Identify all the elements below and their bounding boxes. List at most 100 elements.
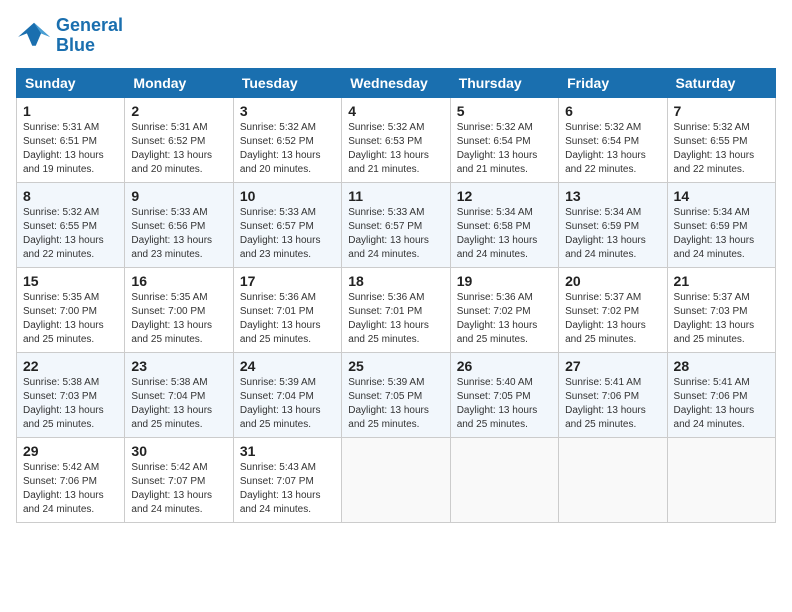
day-number: 4 [348, 103, 443, 119]
calendar-cell: 1 Sunrise: 5:31 AM Sunset: 6:51 PM Daylig… [17, 97, 125, 182]
day-info: Sunrise: 5:32 AM Sunset: 6:53 PM Dayligh… [348, 121, 443, 177]
calendar-week-row: 29Sunrise: 5:42 AM Sunset: 7:06 PM Dayli… [17, 437, 776, 522]
day-number: 31 [240, 443, 335, 459]
day-number: 26 [457, 358, 552, 374]
calendar-cell: 21 Sunrise: 5:37 AM Sunset: 7:03 PM Dayli… [667, 267, 775, 352]
weekday-header: Thursday [450, 68, 558, 97]
day-info: Sunrise: 5:33 AM Sunset: 6:56 PM Dayligh… [131, 206, 226, 262]
day-number: 14 [674, 188, 769, 204]
calendar-cell: 6Sunrise: 5:32 AM Sunset: 6:54 PM Daylig… [559, 97, 667, 182]
day-info: Sunrise: 5:32 AM Sunset: 6:54 PM Dayligh… [457, 121, 552, 177]
day-number: 2 [131, 103, 226, 119]
weekday-header: Monday [125, 68, 233, 97]
calendar-week-row: 1 Sunrise: 5:31 AM Sunset: 6:51 PM Daylig… [17, 97, 776, 182]
day-info: Sunrise: 5:32 AM Sunset: 6:54 PM Dayligh… [565, 121, 660, 177]
calendar-cell: 13 Sunrise: 5:34 AM Sunset: 6:59 PM Dayli… [559, 182, 667, 267]
calendar-cell: 23 Sunrise: 5:38 AM Sunset: 7:04 PM Dayli… [125, 352, 233, 437]
day-info: Sunrise: 5:42 AM Sunset: 7:06 PM Dayligh… [23, 461, 118, 517]
weekday-header: Saturday [667, 68, 775, 97]
day-number: 21 [674, 273, 769, 289]
day-number: 20 [565, 273, 660, 289]
day-number: 1 [23, 103, 118, 119]
calendar-cell: 31 Sunrise: 5:43 AM Sunset: 7:07 PM Dayli… [233, 437, 341, 522]
day-number: 23 [131, 358, 226, 374]
day-number: 15 [23, 273, 118, 289]
day-info: Sunrise: 5:32 AM Sunset: 6:55 PM Dayligh… [674, 121, 769, 177]
day-info: Sunrise: 5:39 AM Sunset: 7:04 PM Dayligh… [240, 376, 335, 432]
day-info: Sunrise: 5:31 AM Sunset: 6:52 PM Dayligh… [131, 121, 226, 177]
day-info: Sunrise: 5:35 AM Sunset: 7:00 PM Dayligh… [23, 291, 118, 347]
day-number: 16 [131, 273, 226, 289]
calendar-cell: 17 Sunrise: 5:36 AM Sunset: 7:01 PM Dayli… [233, 267, 341, 352]
day-number: 24 [240, 358, 335, 374]
day-info: Sunrise: 5:41 AM Sunset: 7:06 PM Dayligh… [565, 376, 660, 432]
logo-text: General Blue [56, 16, 123, 56]
calendar-cell: 25Sunrise: 5:39 AM Sunset: 7:05 PM Dayli… [342, 352, 450, 437]
calendar-week-row: 8 Sunrise: 5:32 AM Sunset: 6:55 PM Daylig… [17, 182, 776, 267]
day-info: Sunrise: 5:33 AM Sunset: 6:57 PM Dayligh… [348, 206, 443, 262]
calendar-cell: 27 Sunrise: 5:41 AM Sunset: 7:06 PM Dayli… [559, 352, 667, 437]
calendar-cell: 12 Sunrise: 5:34 AM Sunset: 6:58 PM Dayli… [450, 182, 558, 267]
day-info: Sunrise: 5:34 AM Sunset: 6:58 PM Dayligh… [457, 206, 552, 262]
day-info: Sunrise: 5:37 AM Sunset: 7:03 PM Dayligh… [674, 291, 769, 347]
calendar-cell: 9 Sunrise: 5:33 AM Sunset: 6:56 PM Daylig… [125, 182, 233, 267]
calendar-cell: 10 Sunrise: 5:33 AM Sunset: 6:57 PM Dayli… [233, 182, 341, 267]
calendar-cell: 15 Sunrise: 5:35 AM Sunset: 7:00 PM Dayli… [17, 267, 125, 352]
logo: General Blue [16, 16, 123, 56]
day-number: 22 [23, 358, 118, 374]
calendar-cell [667, 437, 775, 522]
calendar-cell [342, 437, 450, 522]
calendar-cell: 29Sunrise: 5:42 AM Sunset: 7:06 PM Dayli… [17, 437, 125, 522]
calendar-cell: 4 Sunrise: 5:32 AM Sunset: 6:53 PM Daylig… [342, 97, 450, 182]
day-number: 18 [348, 273, 443, 289]
day-number: 13 [565, 188, 660, 204]
day-number: 17 [240, 273, 335, 289]
calendar-cell: 18 Sunrise: 5:36 AM Sunset: 7:01 PM Dayli… [342, 267, 450, 352]
day-info: Sunrise: 5:34 AM Sunset: 6:59 PM Dayligh… [565, 206, 660, 262]
day-number: 9 [131, 188, 226, 204]
day-number: 5 [457, 103, 552, 119]
calendar-cell: 14 Sunrise: 5:34 AM Sunset: 6:59 PM Dayli… [667, 182, 775, 267]
day-number: 3 [240, 103, 335, 119]
day-info: Sunrise: 5:37 AM Sunset: 7:02 PM Dayligh… [565, 291, 660, 347]
day-info: Sunrise: 5:38 AM Sunset: 7:03 PM Dayligh… [23, 376, 118, 432]
calendar-cell: 30 Sunrise: 5:42 AM Sunset: 7:07 PM Dayli… [125, 437, 233, 522]
day-number: 30 [131, 443, 226, 459]
calendar-cell: 11Sunrise: 5:33 AM Sunset: 6:57 PM Dayli… [342, 182, 450, 267]
calendar-cell: 5 Sunrise: 5:32 AM Sunset: 6:54 PM Daylig… [450, 97, 558, 182]
calendar-cell: 2 Sunrise: 5:31 AM Sunset: 6:52 PM Daylig… [125, 97, 233, 182]
day-number: 25 [348, 358, 443, 374]
calendar-cell: 8 Sunrise: 5:32 AM Sunset: 6:55 PM Daylig… [17, 182, 125, 267]
calendar-week-row: 22 Sunrise: 5:38 AM Sunset: 7:03 PM Dayli… [17, 352, 776, 437]
calendar-cell: 28 Sunrise: 5:41 AM Sunset: 7:06 PM Dayli… [667, 352, 775, 437]
day-info: Sunrise: 5:34 AM Sunset: 6:59 PM Dayligh… [674, 206, 769, 262]
day-number: 12 [457, 188, 552, 204]
calendar-cell [559, 437, 667, 522]
header: General Blue [16, 16, 776, 56]
calendar-cell: 3Sunrise: 5:32 AM Sunset: 6:52 PM Daylig… [233, 97, 341, 182]
day-info: Sunrise: 5:36 AM Sunset: 7:01 PM Dayligh… [348, 291, 443, 347]
day-info: Sunrise: 5:35 AM Sunset: 7:00 PM Dayligh… [131, 291, 226, 347]
calendar: SundayMondayTuesdayWednesdayThursdayFrid… [16, 68, 776, 523]
day-info: Sunrise: 5:41 AM Sunset: 7:06 PM Dayligh… [674, 376, 769, 432]
day-info: Sunrise: 5:40 AM Sunset: 7:05 PM Dayligh… [457, 376, 552, 432]
day-number: 10 [240, 188, 335, 204]
day-info: Sunrise: 5:32 AM Sunset: 6:55 PM Dayligh… [23, 206, 118, 262]
calendar-cell: 22 Sunrise: 5:38 AM Sunset: 7:03 PM Dayli… [17, 352, 125, 437]
day-info: Sunrise: 5:42 AM Sunset: 7:07 PM Dayligh… [131, 461, 226, 517]
day-number: 27 [565, 358, 660, 374]
weekday-header: Tuesday [233, 68, 341, 97]
day-number: 19 [457, 273, 552, 289]
weekday-header: Friday [559, 68, 667, 97]
day-info: Sunrise: 5:33 AM Sunset: 6:57 PM Dayligh… [240, 206, 335, 262]
weekday-header: Sunday [17, 68, 125, 97]
day-number: 28 [674, 358, 769, 374]
day-info: Sunrise: 5:38 AM Sunset: 7:04 PM Dayligh… [131, 376, 226, 432]
day-number: 7 [674, 103, 769, 119]
day-number: 8 [23, 188, 118, 204]
calendar-week-row: 15 Sunrise: 5:35 AM Sunset: 7:00 PM Dayli… [17, 267, 776, 352]
day-info: Sunrise: 5:43 AM Sunset: 7:07 PM Dayligh… [240, 461, 335, 517]
calendar-cell: 16 Sunrise: 5:35 AM Sunset: 7:00 PM Dayli… [125, 267, 233, 352]
day-info: Sunrise: 5:31 AM Sunset: 6:51 PM Dayligh… [23, 121, 118, 177]
day-info: Sunrise: 5:36 AM Sunset: 7:01 PM Dayligh… [240, 291, 335, 347]
